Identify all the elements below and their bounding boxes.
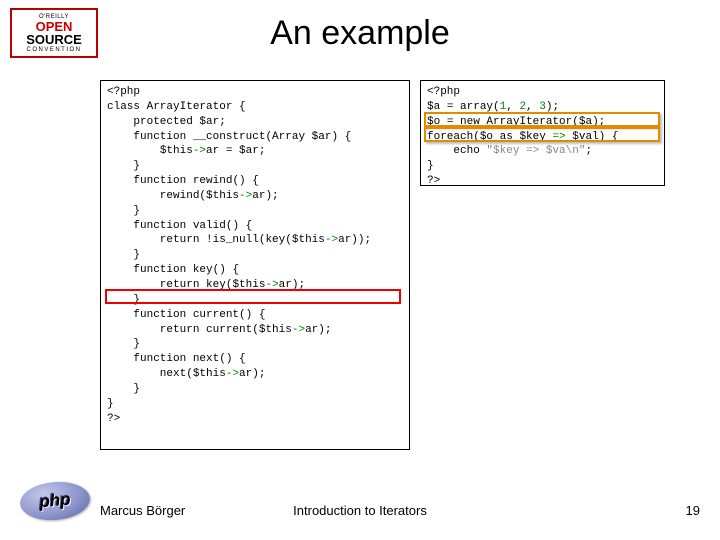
code-line: function __construct(Array $ar) { xyxy=(107,131,351,143)
code-line: <?php xyxy=(107,86,140,98)
code-line: } xyxy=(107,383,140,395)
code-line: } xyxy=(107,338,140,350)
code-line: protected $ar; xyxy=(107,116,226,128)
code-line: } xyxy=(107,160,140,172)
code-line: function key() { xyxy=(107,264,239,276)
code-line: $this->ar = $ar; xyxy=(107,145,265,157)
code-line: } xyxy=(427,160,434,172)
code-line: next($this->ar); xyxy=(107,368,265,380)
code-block-usage: <?php $a = array(1, 2, 3); $o = new Arra… xyxy=(420,80,665,186)
footer-title: Introduction to Iterators xyxy=(0,503,720,518)
code-line: } xyxy=(107,205,140,217)
code-line: ?> xyxy=(107,413,120,425)
code-line: function rewind() { xyxy=(107,175,259,187)
slide-title: An example xyxy=(0,14,720,53)
code-line: function current() { xyxy=(107,309,265,321)
code-line: ?> xyxy=(427,175,440,187)
code-line: class ArrayIterator { xyxy=(107,101,246,113)
code-line: rewind($this->ar); xyxy=(107,190,279,202)
footer-page-number: 19 xyxy=(686,503,700,518)
code-line: echo "$key => $va\n"; xyxy=(427,145,592,157)
code-line: function next() { xyxy=(107,353,246,365)
code-line: <?php xyxy=(427,86,460,98)
code-line: function valid() { xyxy=(107,220,252,232)
code-line: return current($this->ar); xyxy=(107,324,331,336)
code-line: return !is_null(key($this->ar)); xyxy=(107,234,371,246)
code-line: } xyxy=(107,249,140,261)
code-line: return key($this->ar); xyxy=(107,279,305,291)
code-line: $a = array(1, 2, 3); xyxy=(427,101,559,113)
code-line: } xyxy=(107,398,114,410)
code-line: $o = new ArrayIterator($a); xyxy=(427,116,605,128)
code-line: } xyxy=(107,294,140,306)
code-line: foreach($o as $key => $val) { xyxy=(427,131,618,143)
slide: O'REILLY OPEN SOURCE CONVENTION An examp… xyxy=(0,0,720,540)
code-block-class: <?php class ArrayIterator { protected $a… xyxy=(100,80,410,450)
